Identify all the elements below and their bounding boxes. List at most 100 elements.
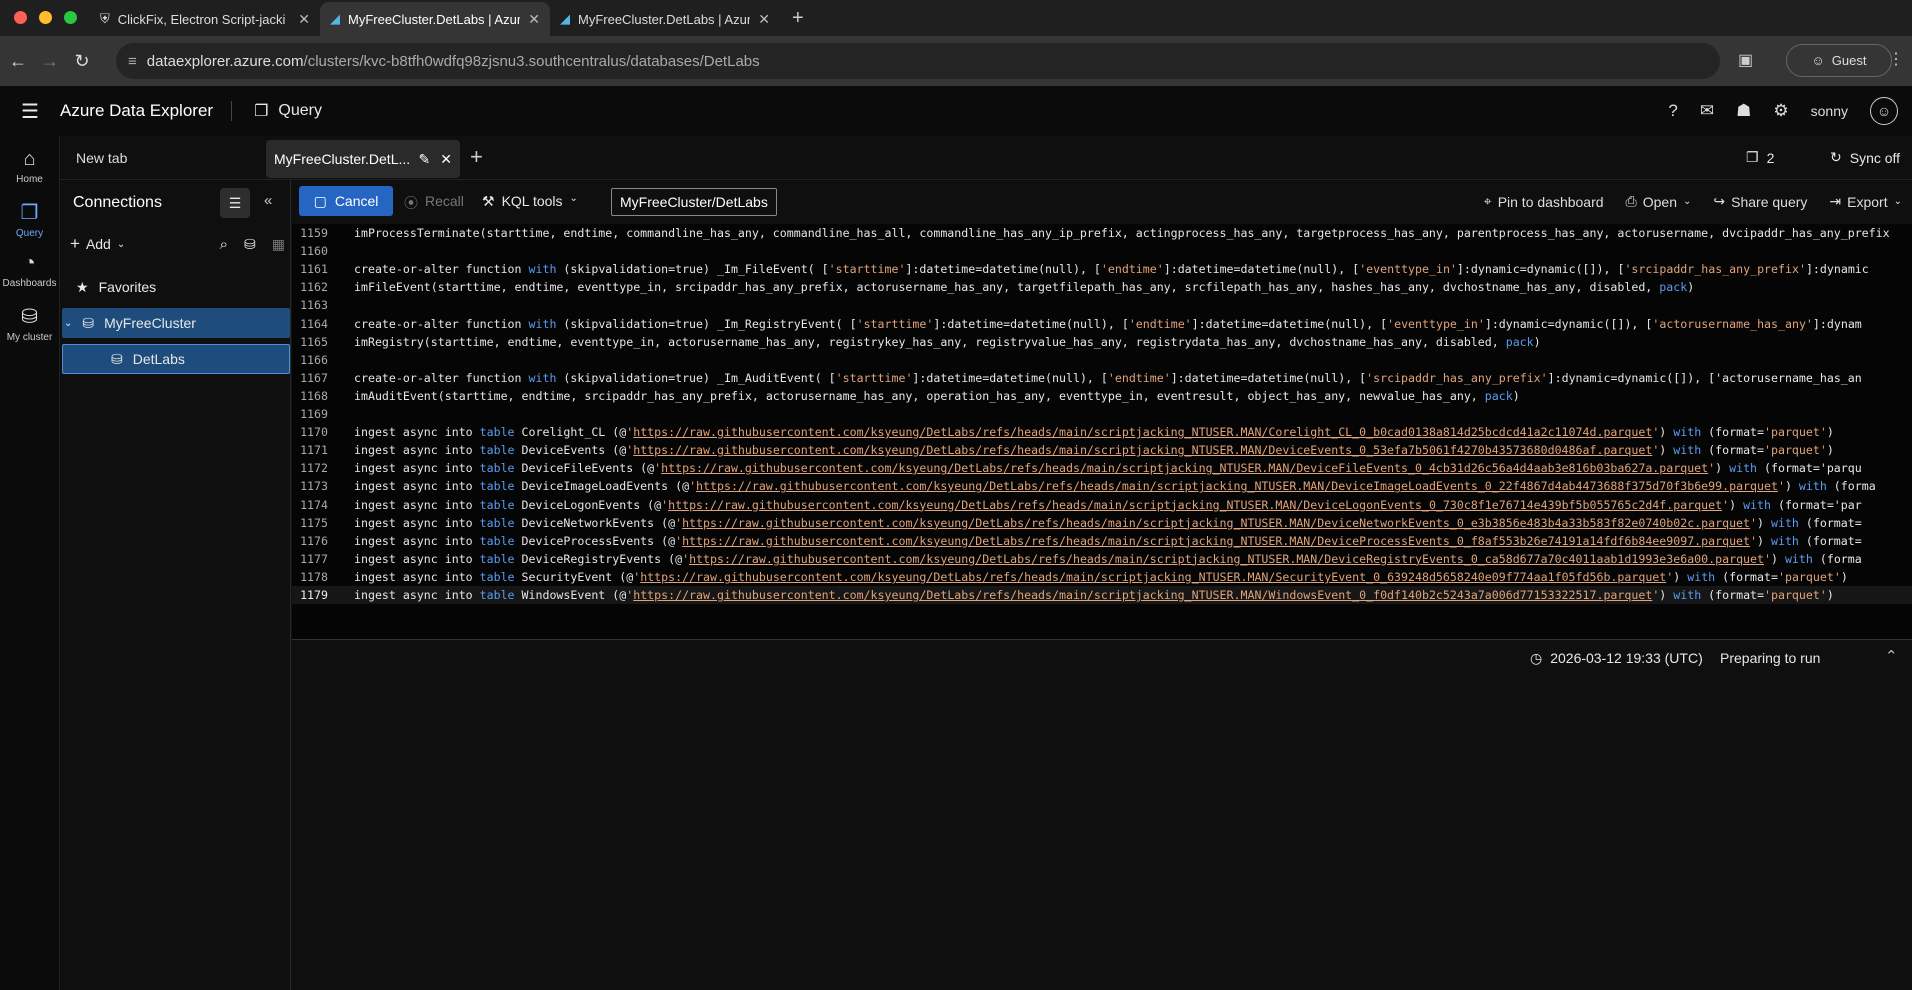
close-window-button[interactable] [14,11,27,24]
sync-label: Sync off [1849,149,1901,166]
open-button[interactable]: ⎙ Open ⌄ [1626,193,1692,210]
editor-line[interactable]: 1173 ingest async into table DeviceImageL… [292,477,1912,495]
url-input[interactable]: ≡ dataexplorer.azure.com/clusters/kvc-b8… [116,43,1720,79]
chevron-down-icon[interactable]: ⌄ [64,318,72,329]
settings-icon[interactable]: ⚙ [1773,101,1788,121]
window-controls [0,11,90,36]
open-label: Open [1642,193,1677,210]
editor-line[interactable]: 1174 ingest async into table DeviceLogonE… [292,496,1912,514]
share-label: Share query [1731,193,1808,210]
url-path: /clusters/kvc-b8tfh0wdfq98zjsnu3.southce… [303,52,760,70]
line-code: create-or-alter function with (skipvalid… [354,370,1862,385]
reload-icon[interactable]: ↻ [66,51,98,72]
maximize-window-button[interactable] [64,11,77,24]
rail-item-query[interactable]: ❐ Query [0,188,59,240]
back-icon[interactable]: ← [2,51,34,72]
editor-line[interactable]: 1177 ingest async into table DeviceRegist… [292,550,1912,568]
user-name[interactable]: sonny [1811,103,1848,119]
editor-line[interactable]: 1172 ingest async into table DeviceFileEv… [292,459,1912,477]
minimize-window-button[interactable] [39,11,52,24]
tree-label: Favorites [98,279,157,295]
timestamp-label: 2026-03-12 19:33 (UTC) [1550,650,1703,666]
browser-tab-title: MyFreeCluster.DetLabs | Azur [348,11,521,27]
browser-tab-1[interactable]: ⛨ ClickFix, Electron Script-jacki ✕ [90,2,320,36]
filter-icon[interactable]: ☰ [220,188,250,218]
close-icon[interactable]: ✕ [758,11,770,28]
hamburger-menu-icon[interactable]: ☰ [0,99,60,124]
line-number: 1175 [300,515,328,530]
share-feedback-icon[interactable]: ☗ [1736,101,1751,121]
editor-line[interactable]: 1163 [292,296,1912,314]
search-icon[interactable]: ⌕ [220,236,228,253]
editor-line[interactable]: 1176 ingest async into table DeviceProces… [292,532,1912,550]
profile-button[interactable]: ☺ Guest [1786,44,1892,77]
rail-item-dashboards[interactable]: ◔ Dashboards [0,240,59,292]
editor-line[interactable]: 1164 create-or-alter function with (skipv… [292,315,1912,333]
editor-line[interactable]: 1160 [292,242,1912,260]
close-icon[interactable]: ✕ [528,11,540,28]
editor-line[interactable]: 1170 ingest async into table Corelight_CL… [292,423,1912,441]
close-icon[interactable]: ✕ [298,11,310,28]
editor-line[interactable]: 1171 ingest async into table DeviceEvents… [292,441,1912,459]
editor-line[interactable]: 1162 imFileEvent(starttime, endtime, even… [292,278,1912,296]
sync-button[interactable]: ↻ Sync off [1830,149,1900,166]
line-number: 1179 [300,588,328,602]
close-icon[interactable]: ✕ [440,151,452,168]
browser-menu-icon[interactable]: ⋮ [1888,49,1904,69]
tree-item-cluster[interactable]: ⌄ ⛁ MyFreeCluster [62,308,290,338]
editor-line[interactable]: 1179 ingest async into table WindowsEvent… [292,586,1912,604]
line-code: create-or-alter function with (skipvalid… [354,262,1869,277]
export-icon: ⇥ [1829,193,1842,209]
editor-line[interactable]: 1169 [292,405,1912,423]
tab-active-query[interactable]: MyFreeCluster.DetL... ✎ ✕ [266,140,460,178]
tabs-count-button[interactable]: ❐ 2 [1746,149,1774,166]
editor-line[interactable]: 1166 [292,351,1912,369]
feedback-icon[interactable]: ✉ [1700,101,1714,121]
rail-item-my-cluster[interactable]: ⛁ My cluster [0,292,59,344]
collapse-pane-icon[interactable]: « [264,192,272,209]
line-number: 1163 [300,298,328,313]
browser-tab-2[interactable]: ◢ MyFreeCluster.DetLabs | Azur ✕ [320,2,550,36]
browser-tab-title: ClickFix, Electron Script-jacki [117,11,286,27]
forward-icon[interactable]: → [34,51,66,72]
line-number: 1170 [300,425,328,440]
scope-label: MyFreeCluster/DetLabs [611,188,777,216]
adx-icon: ◢ [560,11,570,26]
avatar[interactable]: ☺ [1870,97,1898,125]
clock-icon: ◷ [1530,650,1543,666]
tab-new[interactable]: New tab [76,150,127,166]
browser-tab-3[interactable]: ◢ MyFreeCluster.DetLabs | Azur ✕ [550,2,780,36]
rail-item-home[interactable]: ⌂ Home [0,136,59,188]
database-add-icon[interactable]: ⛁ [244,236,256,253]
new-tab-button[interactable]: + [780,7,804,36]
tree-item-database[interactable]: ⛁ DetLabs [62,344,290,374]
site-info-icon[interactable]: ≡ [128,53,137,70]
line-code: ingest async into table WindowsEvent (@'… [354,588,1834,602]
editor-line[interactable]: 1168 imAuditEvent(starttime, endtime, src… [292,387,1912,405]
editor-line[interactable]: 1167 create-or-alter function with (skipv… [292,369,1912,387]
table-icon[interactable]: ▦ [272,236,285,253]
share-query-button[interactable]: ↪ Share query [1713,193,1807,210]
recall-button[interactable]: ⦿ Recall [404,193,464,213]
cast-icon[interactable]: ▣ [1738,50,1753,70]
editor-line[interactable]: 1165 imRegistry(starttime, endtime, event… [292,333,1912,351]
add-tab-button[interactable]: + [470,144,483,170]
line-code: ingest async into table DeviceRegistryEv… [354,551,1862,566]
tree-item-favorites[interactable]: ★ Favorites [62,272,290,302]
chevron-up-icon[interactable]: ⌃ [1885,647,1898,665]
pin-to-dashboard-button[interactable]: ⌖ Pin to dashboard [1484,193,1604,210]
chevron-down-icon: ⌄ [1683,196,1692,207]
browser-tabstrip: ⛨ ClickFix, Electron Script-jacki ✕ ◢ My… [0,0,1912,36]
edit-icon[interactable]: ✎ [419,151,431,168]
line-number: 1172 [300,461,328,476]
export-button[interactable]: ⇥ Export ⌄ [1829,193,1902,210]
editor-line[interactable]: 1178 ingest async into table SecurityEven… [292,568,1912,586]
query-editor[interactable]: 1159 imProcessTerminate(starttime, endtim… [292,224,1912,640]
editor-line[interactable]: 1161 create-or-alter function with (skipv… [292,260,1912,278]
kql-tools-button[interactable]: ⚒ KQL tools ⌄ [482,193,578,210]
help-icon[interactable]: ? [1668,101,1677,121]
editor-line[interactable]: 1175 ingest async into table DeviceNetwor… [292,514,1912,532]
editor-line[interactable]: 1159 imProcessTerminate(starttime, endtim… [292,224,1912,242]
add-button[interactable]: + Add ⌄ [70,234,125,254]
cancel-button[interactable]: ▢ Cancel [299,186,393,216]
